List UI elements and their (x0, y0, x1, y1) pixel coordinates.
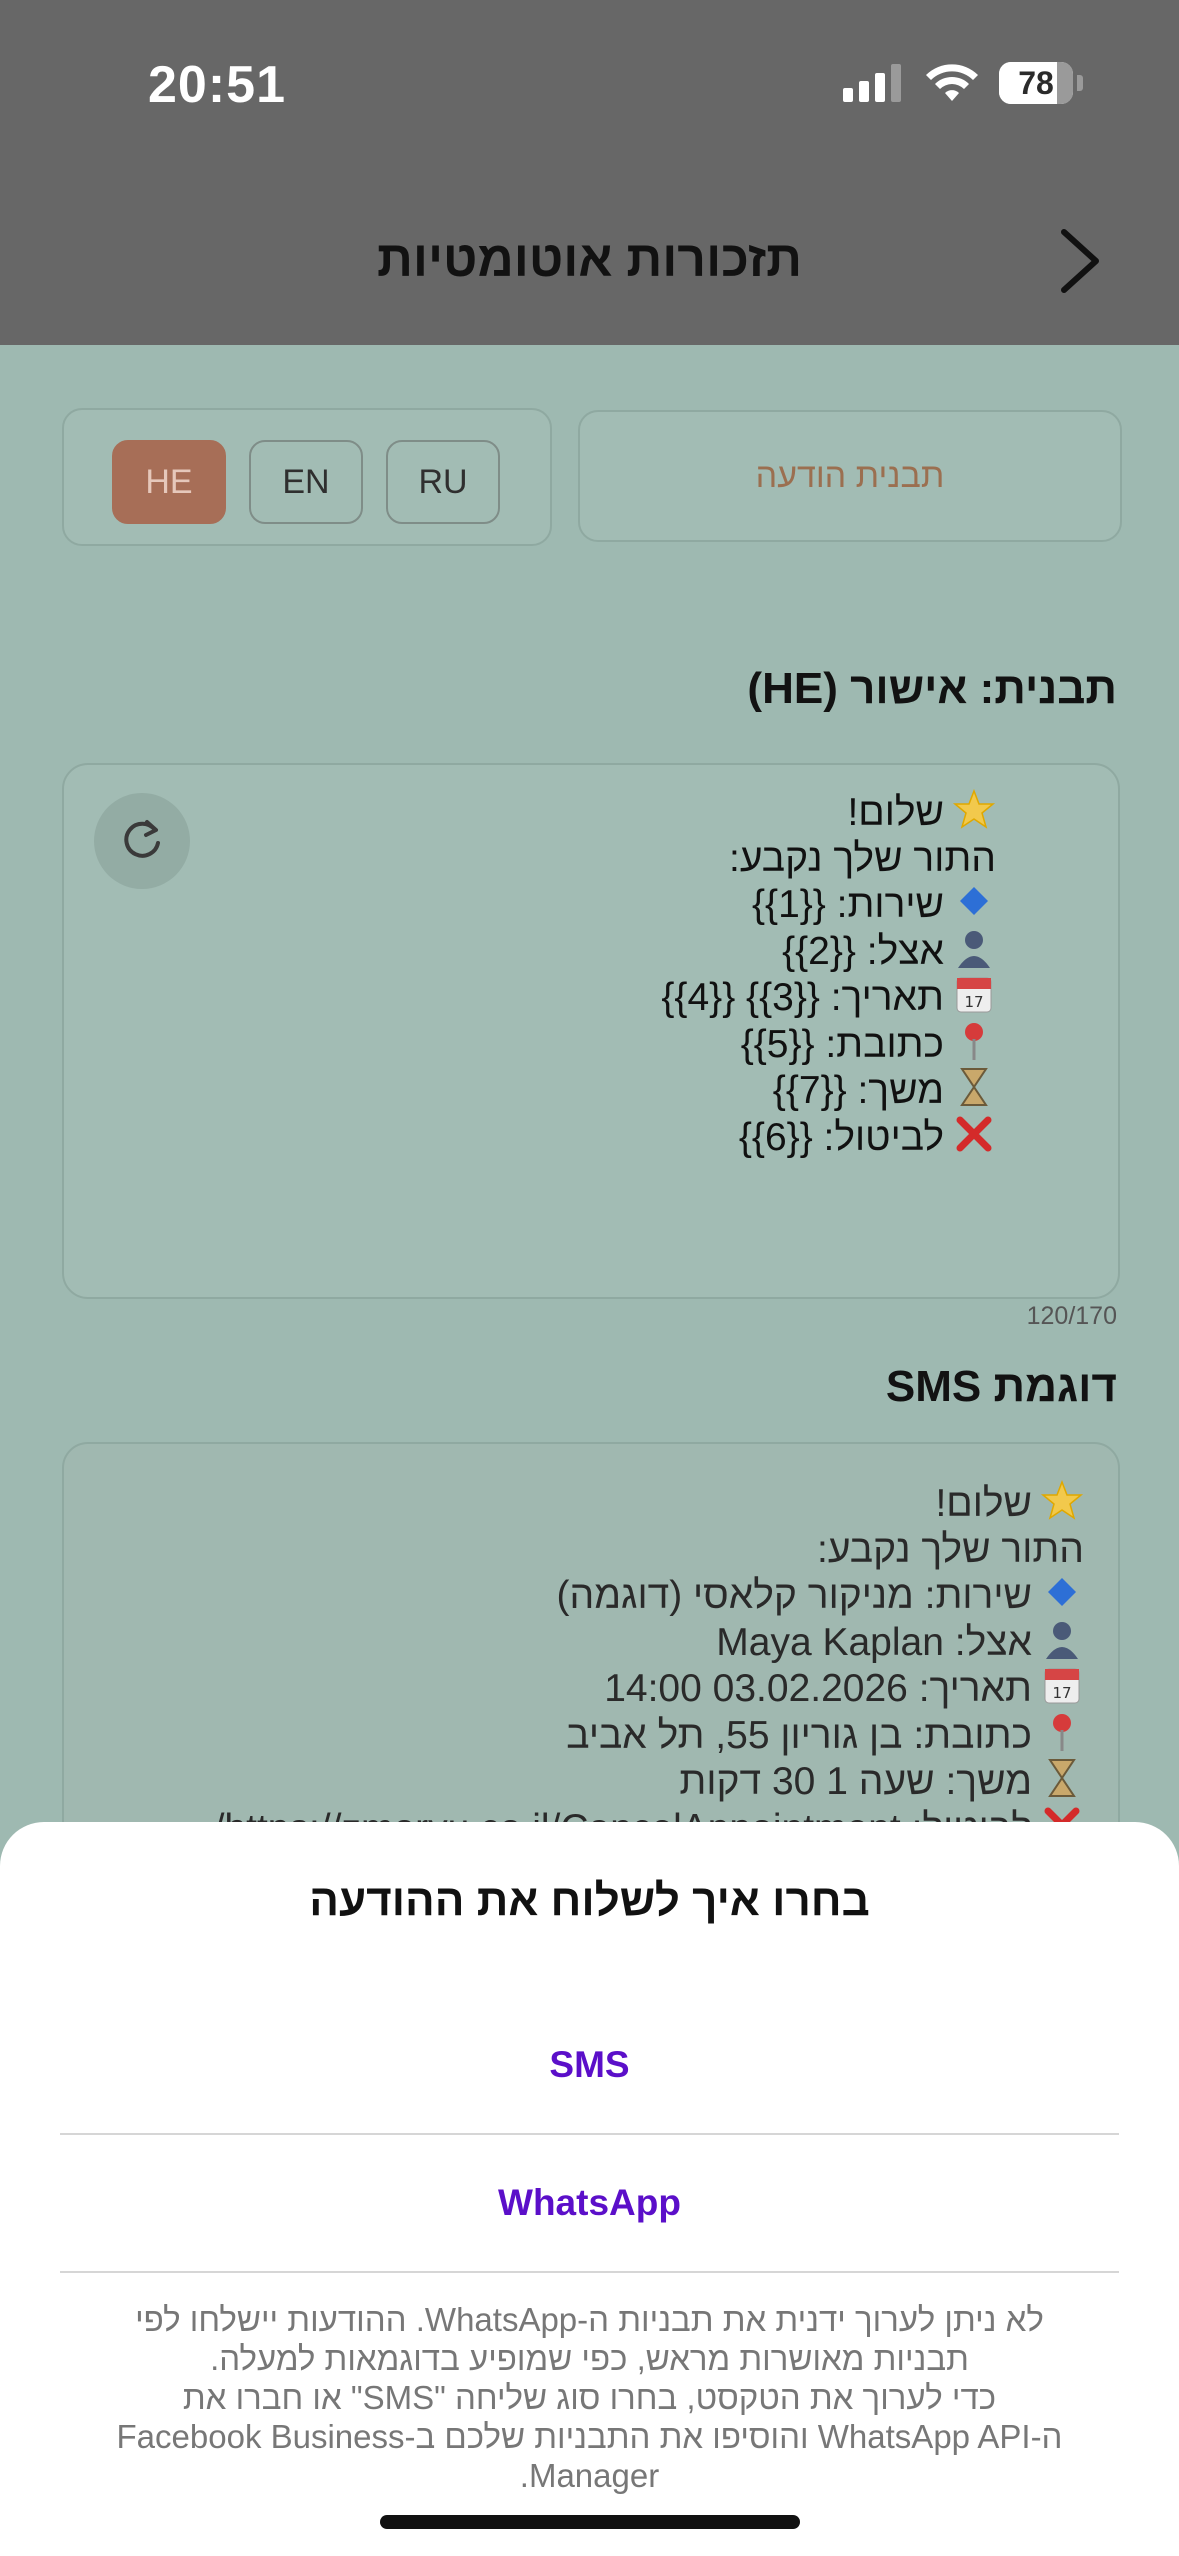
battery-icon: 78 (999, 62, 1073, 104)
svg-text:17: 17 (964, 993, 983, 1011)
sms-option-button[interactable]: SMS (60, 1997, 1119, 2133)
message-line-text: תאריך: {{3}} {{4}} (661, 976, 944, 1019)
note-line: ה-WhatsApp API והוסיפו את התבניות שלכם ב… (116, 2418, 1063, 2455)
message-line: התור שלך נקבע: (214, 1527, 1084, 1573)
message-line: 17 תאריך: {{3}} {{4}} (661, 974, 996, 1021)
whatsapp-note: לא ניתן לערוך ידנית את תבניות ה-WhatsApp… (60, 2300, 1119, 2495)
note-line: Manager. (519, 2457, 660, 2494)
char-counter: 120/170 (1026, 1302, 1117, 1330)
message-line-text: שירות: {{1}} (752, 883, 944, 926)
template-select-button[interactable]: תבנית הודעה (578, 410, 1122, 542)
message-line: משך: שעה 1 30 דקות (214, 1758, 1084, 1805)
svg-text:17: 17 (1052, 1684, 1071, 1702)
message-line: כתובת: {{5}} (661, 1021, 996, 1068)
message-line: אצל: {{2}} (661, 928, 996, 975)
message-line: שלום! (661, 788, 996, 836)
message-line: 17 תאריך: 03.02.2026 14:00 (214, 1665, 1084, 1712)
message-line: שירות: {{1}} (661, 881, 996, 928)
message-line-text: התור שלך נקבע: (729, 836, 996, 880)
refresh-button[interactable] (94, 793, 190, 889)
message-line-text: תאריך: 03.02.2026 14:00 (604, 1667, 1032, 1710)
star-icon (1040, 1479, 1084, 1520)
refresh-icon (124, 820, 160, 858)
page-title: תזכורות אוטומטיות (376, 231, 803, 287)
sheet-title: בחרו איך לשלוח את ההודעה (309, 1876, 870, 1925)
message-line-text: כתובת: בן גוריון 55, תל אביב (566, 1713, 1032, 1757)
whatsapp-option-button[interactable]: WhatsApp (60, 2135, 1119, 2271)
home-indicator (380, 2515, 800, 2529)
message-line-text: משך: שעה 1 30 דקות (679, 1760, 1032, 1803)
message-line-text: אצל: Maya Kaplan (716, 1620, 1032, 1664)
hourglass-icon (952, 1067, 996, 1107)
lang-en-button[interactable]: EN (249, 440, 363, 524)
message-line-text: שלום! (847, 791, 944, 834)
message-line-text: לביטול: {{6}} (738, 1115, 944, 1159)
message-line-text: משך: {{7}} (772, 1069, 944, 1112)
message-line: התור שלך נקבע: (661, 836, 996, 882)
message-line-text: שלום! (935, 1482, 1032, 1525)
note-line: תבניות מאושרות מראש, כפי שמופיע בדוגמאות… (210, 2340, 969, 2377)
message-line: משך: {{7}} (661, 1067, 996, 1114)
person-icon (952, 928, 996, 968)
hourglass-icon (1040, 1758, 1084, 1798)
status-time: 20:51 (148, 56, 286, 114)
template-editor[interactable]: שלום! התור שלך נקבע: שירות: {{1}} אצל: {{2}… (62, 763, 1120, 1299)
message-line: שירות: מניקור קלאסי (דוגמה) (214, 1572, 1084, 1619)
divider (60, 2271, 1119, 2273)
pin-icon (1040, 1712, 1084, 1752)
template-section-title: תבנית: אישור (HE) (747, 664, 1117, 713)
calendar-icon: 17 (1040, 1665, 1084, 1705)
message-line-text: אצל: {{2}} (782, 929, 944, 973)
message-line-text: התור שלך נקבע: (817, 1527, 1084, 1571)
lang-he-button[interactable]: HE (112, 440, 226, 524)
battery-level: 78 (1018, 64, 1054, 101)
message-line-text: כתובת: {{5}} (740, 1022, 944, 1066)
message-line-text: שירות: מניקור קלאסי (דוגמה) (556, 1574, 1032, 1617)
language-selector: HE EN RU (62, 408, 552, 546)
message-line: כתובת: בן גוריון 55, תל אביב (214, 1712, 1084, 1759)
send-method-sheet: בחרו איך לשלוח את ההודעה SMS WhatsApp לא… (0, 1822, 1179, 2556)
status-icons: 78 (843, 62, 1083, 104)
star-icon (952, 788, 996, 829)
note-line: לא ניתן לערוך ידנית את תבניות ה-WhatsApp… (135, 2301, 1044, 2338)
screen: 20:51 78 תזכורות אוטומטיות תבנית הודעה H… (0, 0, 1179, 2556)
calendar-icon: 17 (952, 974, 996, 1014)
top-bar: 20:51 78 תזכורות אוטומטיות (0, 0, 1179, 345)
wifi-icon (926, 64, 978, 101)
diamond-icon (952, 881, 996, 921)
lang-ru-button[interactable]: RU (386, 440, 500, 524)
sample-section-title: דוגמת SMS (885, 1362, 1117, 1411)
sample-text: שלום! התור שלך נקבע: שירות: מניקור קלאסי (… (214, 1479, 1084, 1851)
signal-icon (843, 64, 901, 102)
battery-tip (1077, 75, 1083, 91)
pin-icon (952, 1021, 996, 1061)
note-line: כדי לערוך את הטקסט, בחרו סוג שליחה "SMS"… (182, 2379, 997, 2416)
message-line: שלום! (214, 1479, 1084, 1527)
template-text: שלום! התור שלך נקבע: שירות: {{1}} אצל: {{2}… (661, 788, 996, 1161)
chevron-right-icon[interactable] (1050, 226, 1110, 296)
person-icon (1040, 1619, 1084, 1659)
diamond-icon (1040, 1572, 1084, 1612)
cross-icon (952, 1114, 996, 1154)
message-line: לביטול: {{6}} (661, 1114, 996, 1161)
sms-sample-box: שלום! התור שלך נקבע: שירות: מניקור קלאסי (… (62, 1442, 1120, 1850)
message-line: אצל: Maya Kaplan (214, 1619, 1084, 1666)
